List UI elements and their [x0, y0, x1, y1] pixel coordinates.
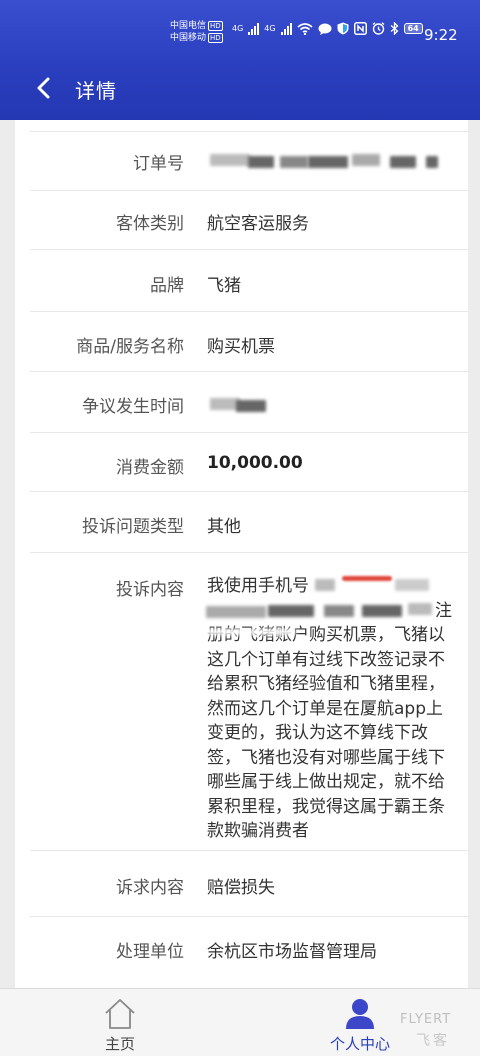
network-label: 4G: [232, 24, 244, 33]
carrier-info: 中国电信 HD 中国移动 HD: [170, 20, 223, 44]
brand-value: 飞猪: [207, 276, 241, 296]
detail-row-amount: 消费金额 10,000.00: [30, 433, 468, 492]
detail-row-brand: 品牌 飞猪: [30, 250, 468, 312]
content-line: 我使用手机号: [207, 576, 309, 596]
content-line: 册的飞猪账户购买机票，飞猪以: [207, 625, 445, 645]
demand-label: 诉求内容: [116, 878, 184, 898]
brand-label: 品牌: [150, 276, 184, 296]
chat-icon: [318, 23, 332, 35]
hd-badge: HD: [208, 20, 223, 31]
title-bar: 详情: [0, 60, 480, 116]
detail-row-handler: 处理单位 余杭区市场监督管理局: [30, 917, 468, 988]
amount-label: 消费金额: [116, 458, 184, 478]
shield-icon: [337, 22, 349, 35]
issue-type-value: 其他: [207, 517, 241, 537]
demand-value: 赔偿损失: [207, 878, 275, 898]
watermark-text: FLYERT: [400, 1012, 452, 1027]
content-line: 累积里程，我觉得这属于霸王条: [207, 796, 445, 817]
carrier-1: 中国电信: [170, 21, 207, 31]
dispute-time-label: 争议发生时间: [82, 397, 184, 417]
subject-type-value: 航空客运服务: [207, 214, 309, 234]
issue-type-label: 投诉问题类型: [82, 517, 184, 537]
wifi-icon: [297, 22, 313, 35]
content-line: 这几个订单有过线下改签记录不: [207, 649, 445, 670]
chevron-left-icon: [37, 77, 50, 99]
content-label: 投诉内容: [116, 580, 184, 600]
detail-row-dispute-time: 争议发生时间: [30, 372, 468, 433]
user-icon: [346, 999, 374, 1029]
watermark-logo: 飞客: [416, 1033, 450, 1049]
content-line: 然而这几个订单是在厦航app上: [207, 698, 443, 719]
status-icons: 4G 4G 64: [232, 22, 423, 35]
header-background: 中国电信 HD 中国移动 HD 4G 4G 64 9:22 详情: [0, 0, 480, 120]
carrier-2: 中国移动: [170, 33, 207, 43]
content-line: 签，飞猪也没有对哪些属于线下: [207, 747, 445, 768]
content-line: 款欺骗消费者: [207, 821, 309, 841]
hd-badge: HD: [208, 32, 223, 43]
detail-row-product: 商品/服务名称 购买机票: [30, 312, 468, 372]
signal-icon: [280, 22, 292, 35]
detail-row-partial: [30, 120, 468, 132]
content-line: 变更的，我认为这不算线下改: [207, 723, 428, 743]
signal-icon: [248, 22, 260, 35]
clock: 9:22: [424, 26, 458, 44]
product-value: 购买机票: [207, 337, 275, 357]
bluetooth-icon: [390, 22, 399, 35]
detail-row-issue-type: 投诉问题类型 其他: [30, 492, 468, 553]
detail-row-content: 投诉内容 我使用手机号 注 册的飞猪账户购买机票，飞猪以 这几个订单有过线下改签…: [30, 553, 468, 851]
nav-home-tab[interactable]: 主页: [50, 989, 190, 1056]
status-bar: 中国电信 HD 中国移动 HD 4G 4G 64 9:22: [0, 0, 480, 56]
detail-row-subject-type: 客体类别 航空客运服务: [30, 191, 468, 250]
nav-me-label: 个人中心: [329, 1035, 390, 1053]
content-line: 给累积飞猪经验值和飞猪里程，: [207, 674, 445, 694]
detail-card: 订单号 客体类别 航空客运服务 品牌 飞猪 商品/服务名称 购买机票 争议发生时…: [15, 120, 468, 988]
order-no-label: 订单号: [133, 154, 184, 174]
handler-label: 处理单位: [116, 942, 184, 962]
back-button[interactable]: [32, 74, 56, 102]
product-label: 商品/服务名称: [76, 337, 184, 357]
detail-row-order-no: 订单号: [30, 132, 468, 191]
nav-home-label: 主页: [104, 1035, 135, 1053]
amount-value: 10,000.00: [207, 453, 303, 473]
handler-value: 余杭区市场监督管理局: [207, 942, 377, 962]
subject-type-label: 客体类别: [116, 214, 184, 234]
network-label: 4G: [264, 24, 276, 33]
page-title: 详情: [75, 79, 117, 103]
home-icon: [105, 999, 135, 1029]
detail-row-demand: 诉求内容 赔偿损失: [30, 851, 468, 917]
alarm-icon: [372, 22, 385, 35]
nfc-icon: [353, 22, 367, 35]
content-line: 哪些属于线上做出规定，就不给: [207, 772, 445, 792]
content-line-fragment: 注: [435, 600, 452, 621]
battery-icon: 64: [403, 23, 423, 34]
